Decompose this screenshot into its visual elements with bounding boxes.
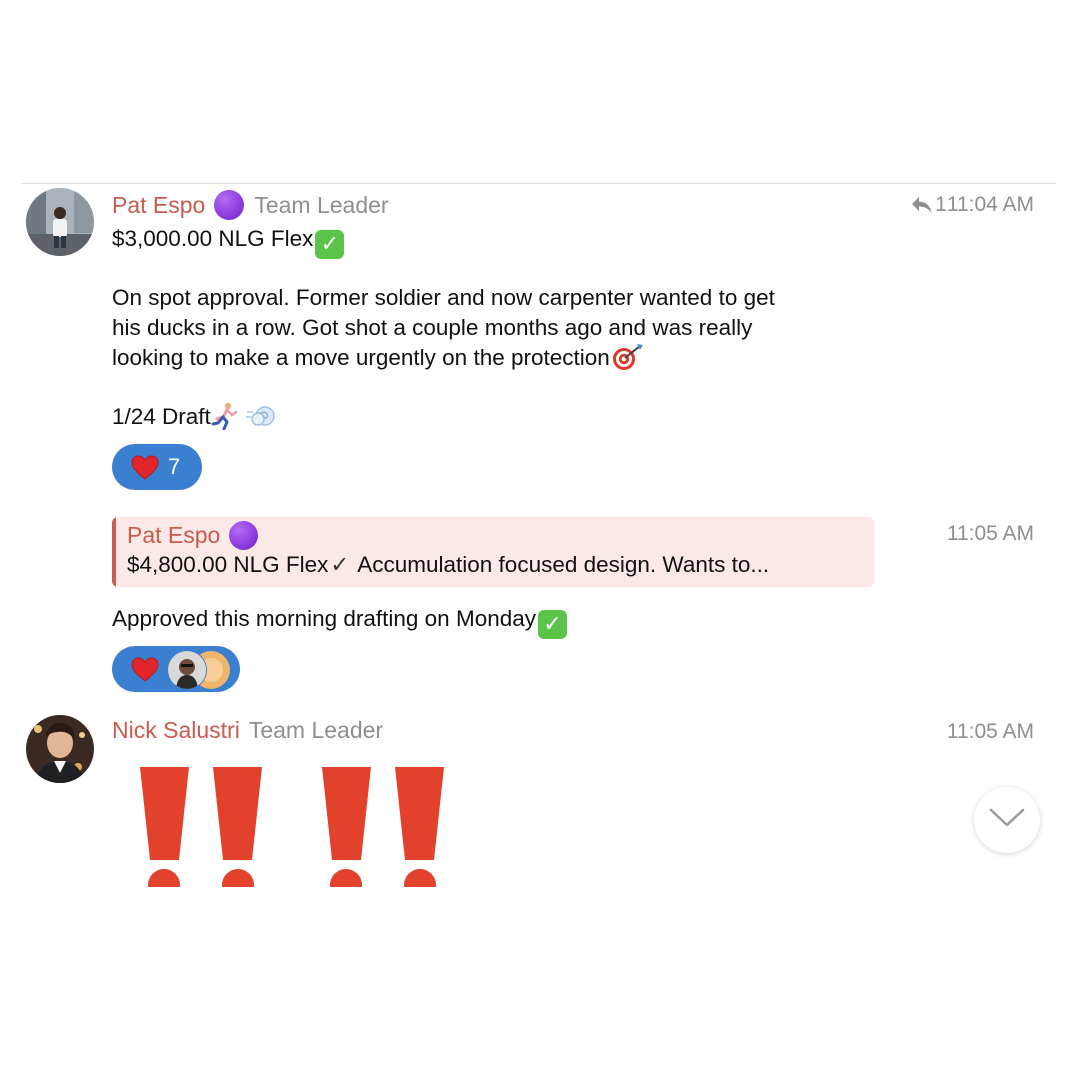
avatar-image xyxy=(26,715,94,783)
time-label: 11:05 AM xyxy=(946,720,1034,743)
message-time: 11:05 AM xyxy=(947,522,1034,546)
message-body-line-with-emoji: looking to make a move urgently on the p… xyxy=(112,343,644,373)
message-divider xyxy=(22,183,1056,184)
double-exclamation-sticker xyxy=(138,767,458,901)
reaction-count: 7 xyxy=(168,454,181,479)
chevron-down-icon xyxy=(989,808,1025,833)
message-header: Pat Espo Team Leader xyxy=(112,190,389,220)
amount-text: $3,000.00 NLG Flex xyxy=(112,226,314,251)
avatar-image xyxy=(26,188,94,256)
check-mark-icon: ✓ xyxy=(330,552,350,578)
time-label: 11:04 AM xyxy=(946,193,1034,216)
message-body-line: On spot approval. Former soldier and now… xyxy=(112,285,775,310)
avatar-pat-espo[interactable] xyxy=(26,188,94,256)
quote-header: Pat Espo xyxy=(127,521,259,550)
sender-role: Team Leader xyxy=(254,191,389,218)
quote-text: $4,800.00 NLG Flex✓ Accumulation focused … xyxy=(127,552,769,578)
sender-name[interactable]: Pat Espo xyxy=(112,192,205,219)
message-header: Nick Salustri Team Leader xyxy=(112,717,383,744)
draft-text: 1/24 Draft xyxy=(112,404,211,429)
reactor-avatars xyxy=(167,650,231,690)
quote-sender: Pat Espo xyxy=(127,522,221,548)
sender-role: Team Leader xyxy=(248,717,384,743)
check-mark-icon: ✓ xyxy=(538,610,567,639)
message-body-text: looking to make a move urgently on the p… xyxy=(112,345,610,370)
quote-amount: $4,800.00 NLG Flex xyxy=(127,552,329,577)
dash-cloud-icon xyxy=(245,402,279,430)
message-text: Approved this morning drafting on Monday… xyxy=(112,604,567,639)
reactor-avatar xyxy=(167,650,207,690)
check-mark-icon: ✓ xyxy=(315,230,345,259)
reply-quote[interactable]: Pat Espo $4,800.00 NLG Flex✓ Accumulation… xyxy=(112,517,874,587)
reaction-pill[interactable] xyxy=(112,646,240,692)
reply-count[interactable]: 1 xyxy=(935,193,947,217)
message-body-text: Approved this morning drafting on Monday xyxy=(112,606,536,631)
reply-icon[interactable] xyxy=(911,196,933,214)
quote-snippet: Accumulation focused design. Wants to... xyxy=(357,552,770,577)
quote-accent-bar xyxy=(112,517,116,587)
message-title: $3,000.00 NLG Flex ✓ xyxy=(112,224,345,259)
heart-icon xyxy=(131,454,159,480)
reaction-pill[interactable]: 7 xyxy=(112,444,202,490)
draft-line: 1/24 Draft xyxy=(112,402,279,432)
dart-target-icon xyxy=(610,343,644,371)
message-body-line: his ducks in a row. Got shot a couple mo… xyxy=(112,315,753,340)
message-time: 1 11:04 AM xyxy=(911,193,1034,217)
purple-circle-emoji xyxy=(229,521,259,550)
runner-icon xyxy=(211,402,241,430)
heart-icon xyxy=(131,656,159,682)
scroll-to-bottom-button[interactable] xyxy=(974,787,1040,853)
avatar-nick-salustri[interactable] xyxy=(26,715,94,783)
message-time: 11:05 AM xyxy=(947,720,1034,744)
sender-name[interactable]: Nick Salustri xyxy=(112,717,240,744)
time-label: 11:05 AM xyxy=(946,522,1034,545)
purple-circle-emoji xyxy=(214,190,245,220)
exclamation-marks-icon xyxy=(140,767,444,901)
